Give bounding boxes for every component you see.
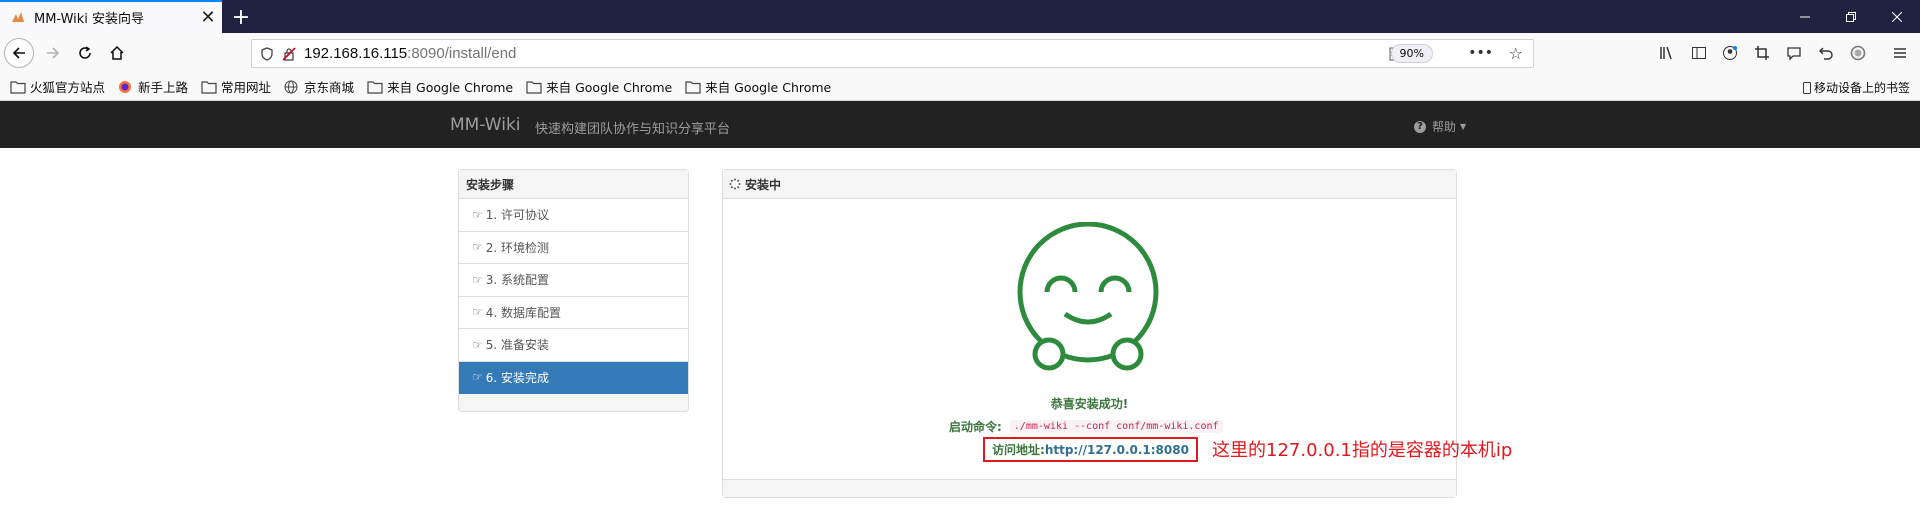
zoom-level-badge[interactable]: 90% [1390, 44, 1433, 63]
access-address-box: 访问地址: http://127.0.0.1:8080 [983, 437, 1198, 462]
bookmark-label: 京东商城 [304, 80, 355, 95]
bookmark-label: 来自 Google Chrome [387, 80, 514, 95]
step-label: 6. 安装完成 [485, 370, 550, 385]
bookmark-item[interactable]: 来自 Google Chrome [526, 77, 672, 96]
folder-icon [367, 80, 383, 94]
hand-pointer-icon: ☞ [472, 305, 483, 320]
url-text[interactable]: 192.168.16.115:8090/install/end [304, 45, 516, 62]
sidebar-icon[interactable] [1689, 43, 1709, 63]
browser-tab-strip: MM-Wiki 安装向导 ✕ + [0, 0, 1920, 33]
chat-icon[interactable] [1784, 43, 1804, 63]
step-item: ☞ 3. 系统配置 [459, 264, 688, 297]
account-icon[interactable] [1720, 43, 1740, 63]
steps-panel-title: 安装步骤 [459, 170, 688, 199]
caret-down-icon: ▼ [1460, 122, 1467, 131]
access-address-link[interactable]: http://127.0.0.1:8080 [1045, 443, 1189, 457]
status-panel-footer [723, 479, 1456, 497]
step-item: ☞ 4. 数据库配置 [459, 296, 688, 329]
success-message: 恭喜安装成功! [1050, 397, 1129, 411]
url-bar[interactable]: 192.168.16.115:8090/install/end 90% ••• … [251, 39, 1534, 68]
bookmark-label: 来自 Google Chrome [546, 80, 673, 95]
bookmark-label: 常用网址 [221, 80, 272, 95]
smiley-face-icon [1017, 222, 1159, 371]
step-label: 1. 许可协议 [485, 208, 550, 223]
menu-icon[interactable] [1890, 43, 1910, 63]
step-item: ☞ 5. 准备安装 [459, 329, 688, 362]
page-actions-icon[interactable]: ••• [1468, 45, 1493, 61]
folder-icon [10, 80, 26, 94]
back-arrow-icon [4, 38, 34, 68]
bookmark-item[interactable]: 常用网址 [201, 77, 271, 96]
hand-pointer-icon: ☞ [472, 337, 483, 352]
reload-icon[interactable] [69, 37, 101, 69]
bookmark-item[interactable]: 火狐官方站点 [10, 77, 105, 96]
close-window-icon[interactable] [1874, 0, 1920, 33]
start-command: ./mm-wiki --conf conf/mm-wiki.conf [1009, 420, 1223, 433]
step-item: ☞ 1. 许可协议 [459, 199, 688, 232]
command-label: 启动命令: [949, 420, 1002, 434]
bookmark-item[interactable]: 新手上路 [118, 77, 188, 96]
url-host: 192.168.16.115 [304, 45, 408, 62]
bookmark-item[interactable]: 京东商城 [284, 77, 354, 96]
app-slogan: 快速构建团队协作与知识分享平台 [535, 122, 731, 137]
back-button[interactable] [3, 37, 35, 69]
spinner-icon [729, 178, 741, 190]
mm-wiki-favicon-icon [12, 11, 24, 22]
annotation-note: 这里的127.0.0.1指的是容器的本机ip [1212, 440, 1513, 461]
library-icon[interactable] [1657, 43, 1677, 63]
extension-circle-icon[interactable] [1848, 43, 1868, 63]
folder-icon [201, 80, 217, 94]
step-label: 3. 系统配置 [485, 273, 550, 288]
screenshot-crop-icon[interactable] [1752, 43, 1772, 63]
hand-pointer-icon: ☞ [472, 370, 483, 385]
bookmark-label: 火狐官方站点 [30, 80, 106, 95]
start-command-line: 启动命令: ./mm-wiki --conf conf/mm-wiki.conf [949, 418, 1223, 435]
steps-list: ☞ 1. 许可协议 ☞ 2. 环境检测 ☞ 3. 系统配置 ☞ 4. 数据库配置 ☞ 5. 准备安… [459, 199, 688, 394]
step-item: ☞ 6. 安装完成 [459, 361, 688, 394]
insecure-lock-icon[interactable] [282, 46, 296, 61]
install-steps-panel: 安装步骤 ☞ 1. 许可协议 ☞ 2. 环境检测 ☞ 3. 系统配置 ☞ 4. 数据库配置 ☞ 5… [458, 169, 689, 412]
address-label: 访问地址: [992, 443, 1045, 457]
home-icon[interactable] [101, 37, 133, 69]
browser-navbar: 192.168.16.115:8090/install/end 90% ••• … [0, 33, 1920, 73]
bookmark-item[interactable]: 来自 Google Chrome [367, 77, 513, 96]
minimize-icon[interactable] [1782, 0, 1828, 33]
hand-pointer-icon: ☞ [472, 272, 483, 287]
browser-tab[interactable]: MM-Wiki 安装向导 ✕ [0, 0, 222, 33]
status-panel-title: 安装中 [745, 177, 782, 192]
url-path: :8090/install/end [407, 45, 517, 62]
folder-icon [526, 80, 542, 94]
mobile-bookmarks-label: 移动设备上的书签 [1813, 81, 1910, 95]
bookmarks-bar: 火狐官方站点 新手上路 常用网址 京东商城 来自 Google Chrome 来自 Goo… [0, 73, 1920, 101]
bookmark-label: 新手上路 [138, 80, 189, 95]
firefox-icon [118, 80, 134, 94]
help-menu[interactable]: ? 帮助 ▼ [1414, 118, 1466, 135]
hand-pointer-icon: ☞ [472, 207, 483, 222]
app-navbar: MM-Wiki 快速构建团队协作与知识分享平台 ? 帮助 ▼ [0, 101, 1920, 148]
question-circle-icon: ? [1414, 120, 1426, 133]
bookmark-label: 来自 Google Chrome [705, 80, 832, 95]
mobile-bookmarks[interactable]: 移动设备上的书签 [1802, 79, 1910, 96]
undo-icon[interactable] [1816, 43, 1836, 63]
forward-arrow-icon[interactable] [37, 37, 69, 69]
shield-icon[interactable] [260, 46, 274, 61]
bookmark-item[interactable]: 来自 Google Chrome [685, 77, 831, 96]
phone-icon [1802, 81, 1811, 94]
step-label: 5. 准备安装 [485, 338, 550, 353]
restore-icon[interactable] [1828, 0, 1874, 33]
brand-logo[interactable]: MM-Wiki [450, 115, 521, 135]
close-tab-icon[interactable]: ✕ [194, 4, 222, 32]
step-item: ☞ 2. 环境检测 [459, 231, 688, 264]
hand-pointer-icon: ☞ [472, 240, 483, 255]
folder-icon [685, 80, 701, 94]
globe-icon [284, 80, 300, 94]
tab-title: MM-Wiki 安装向导 [34, 12, 145, 27]
step-label: 2. 环境检测 [485, 240, 550, 255]
bookmark-star-icon[interactable]: ☆ [1509, 44, 1523, 63]
step-label: 4. 数据库配置 [485, 305, 562, 320]
new-tab-icon[interactable]: + [228, 4, 254, 30]
help-label: 帮助 [1432, 120, 1457, 134]
status-panel-heading: 安装中 [723, 170, 1456, 199]
